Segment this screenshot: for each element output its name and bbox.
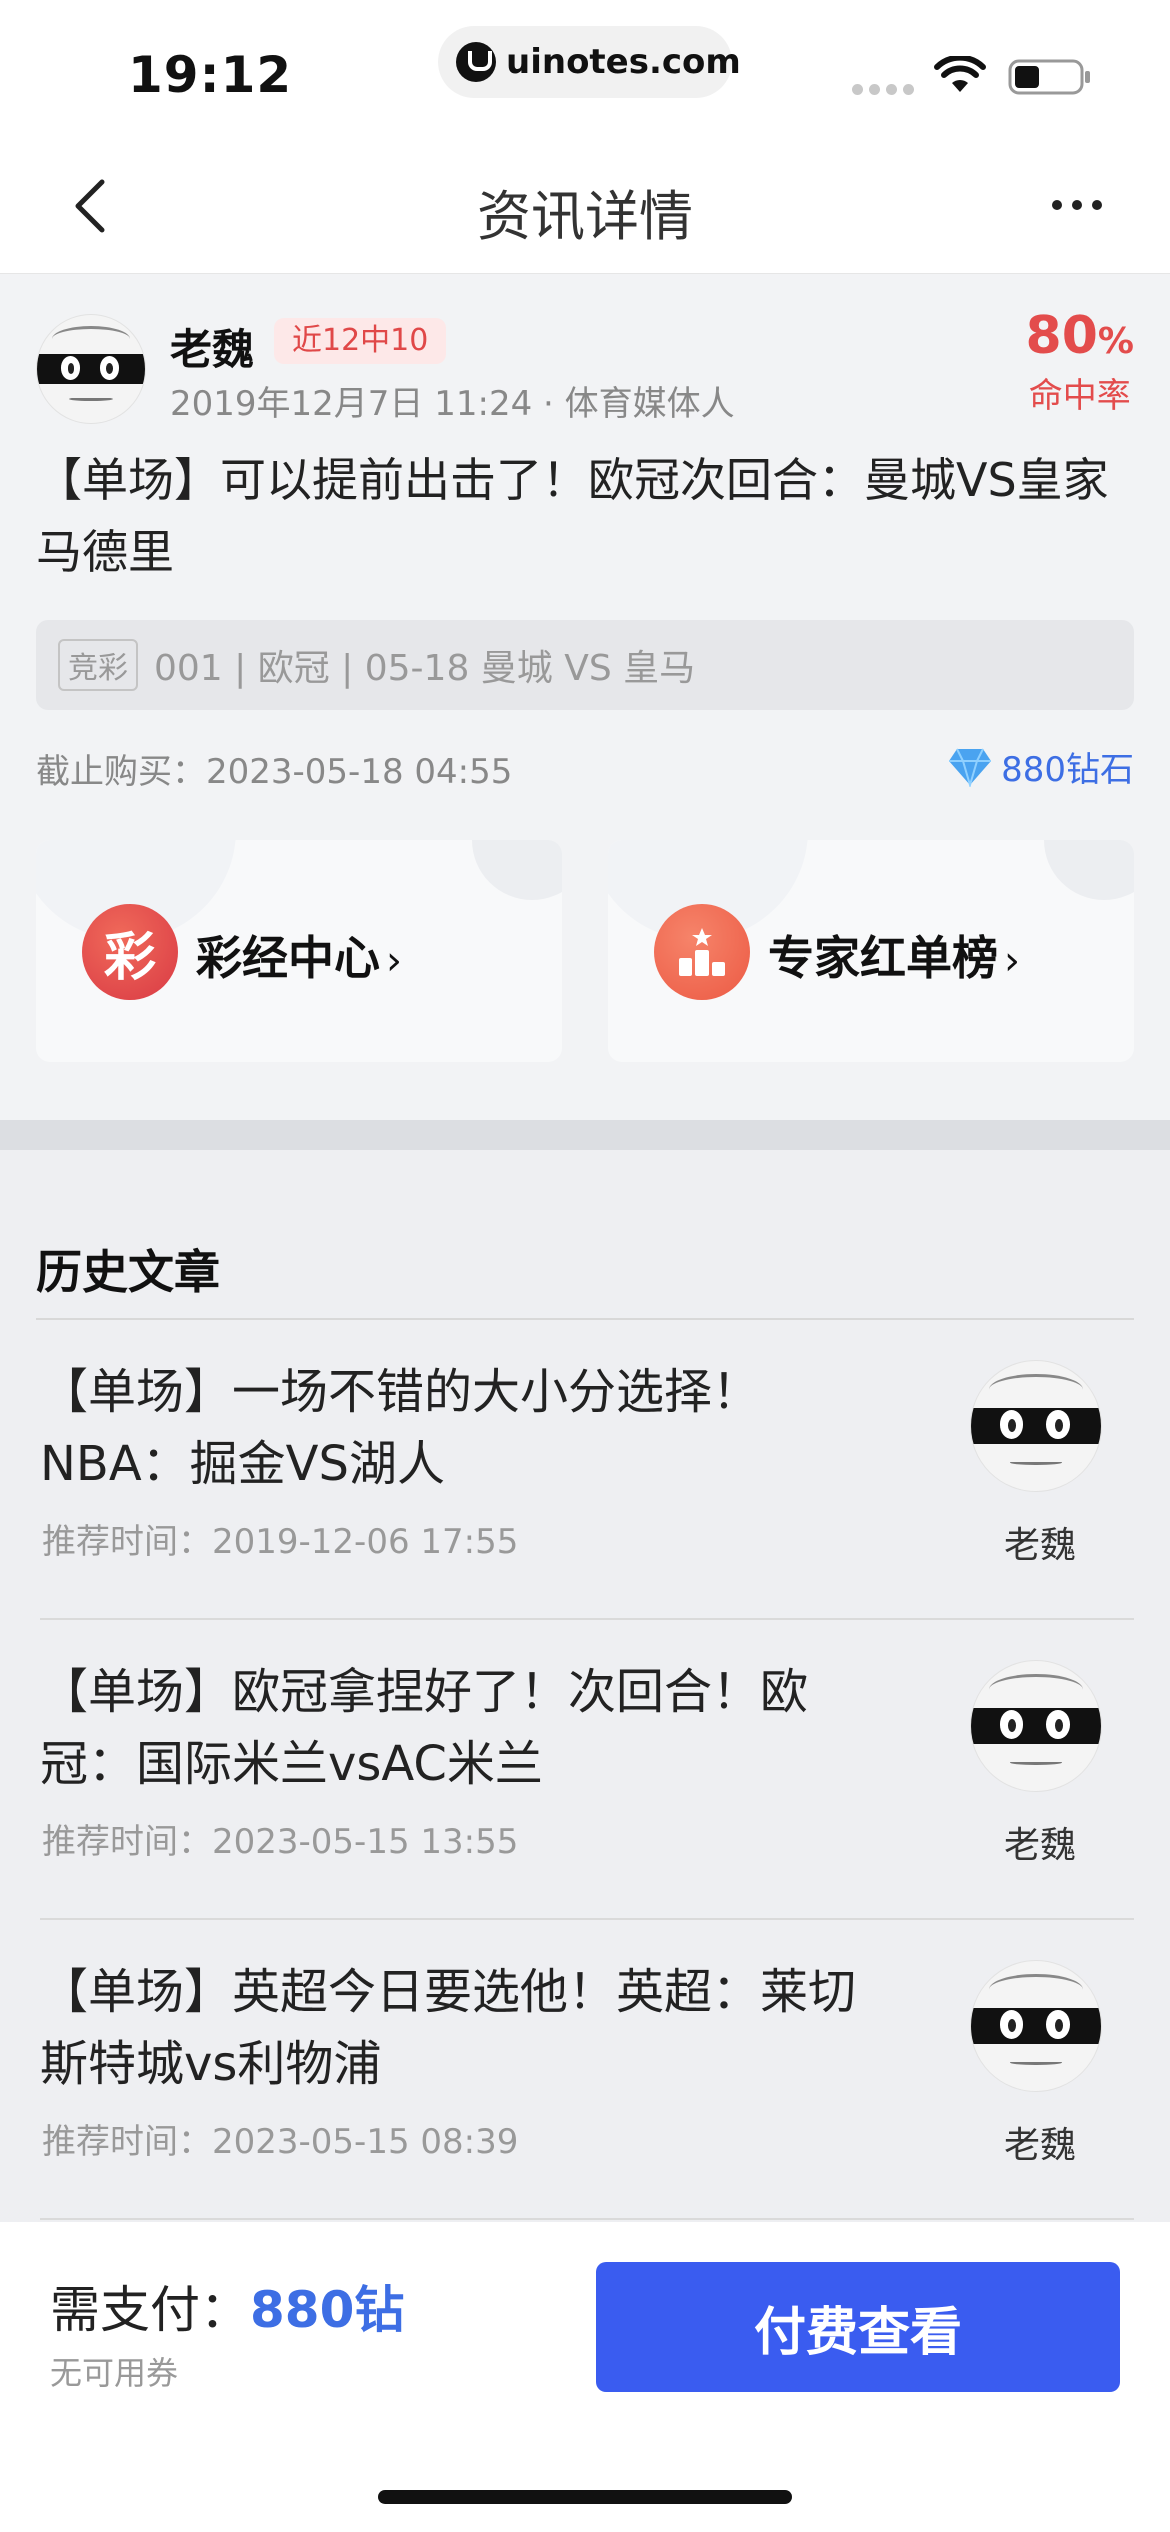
url-text: uinotes.com bbox=[506, 42, 741, 82]
history-item[interactable]: 【单场】英超今日要选他！英超：莱切斯特城vs利物浦 推荐时间：2023-05-1… bbox=[40, 1920, 1134, 2220]
nav-bar: 资讯详情 bbox=[0, 132, 1170, 274]
promo-label: 彩经中心 › bbox=[196, 931, 402, 985]
hit-rate-unit: % bbox=[1097, 321, 1134, 362]
hit-rate-value: 80 bbox=[1025, 306, 1098, 366]
wifi-icon bbox=[934, 56, 986, 92]
status-time: 19:12 bbox=[128, 46, 293, 104]
promo-expert-ranking[interactable]: 专家红单榜 › bbox=[608, 840, 1134, 1062]
history-item[interactable]: 【单场】一场不错的大小分选择！NBA：掘金VS湖人 推荐时间：2019-12-0… bbox=[40, 1320, 1134, 1620]
cellular-signal-icon bbox=[852, 84, 914, 95]
history-item-author: 老魏 bbox=[1004, 2125, 1077, 2166]
history-item-title: 【单场】欧冠拿捏好了！次回合！欧冠：国际米兰vsAC米兰 bbox=[40, 1664, 809, 1792]
match-info-row: 竞彩 001 | 欧冠 | 05-18 曼城 VS 皇马 bbox=[36, 620, 1134, 710]
history-item-time: 推荐时间：2019-12-06 17:55 bbox=[42, 1522, 519, 1562]
article-detail: 老魏 近12中10 2019年12月7日 11:24 · 体育媒体人 80% 命… bbox=[0, 274, 1170, 1120]
match-tag: 竞彩 bbox=[58, 639, 138, 691]
battery-icon bbox=[1008, 59, 1090, 95]
pay-summary: 需支付：880钻 bbox=[50, 2270, 404, 2342]
page-title: 资讯详情 bbox=[477, 185, 693, 248]
author-meta: 2019年12月7日 11:24 · 体育媒体人 bbox=[170, 384, 735, 424]
price-tag: 880钻石 bbox=[947, 742, 1134, 791]
coupon-status[interactable]: 无可用券 bbox=[50, 2348, 178, 2394]
diamond-icon bbox=[949, 748, 992, 787]
chevron-right-icon: › bbox=[386, 938, 402, 984]
article-title: 【单场】可以提前出击了！欧冠次回合：曼城VS皇家马德里 bbox=[36, 453, 1109, 579]
pay-to-view-button[interactable]: 付费查看 bbox=[596, 2262, 1120, 2392]
more-options-icon[interactable] bbox=[1052, 200, 1102, 210]
history-item-time: 推荐时间：2023-05-15 08:39 bbox=[42, 2122, 519, 2162]
history-item-title: 【单场】英超今日要选他！英超：莱切斯特城vs利物浦 bbox=[40, 1964, 857, 2092]
author-avatar bbox=[970, 1960, 1102, 2092]
chevron-right-icon: › bbox=[1004, 938, 1020, 984]
history-section: 历史文章 【单场】一场不错的大小分选择！NBA：掘金VS湖人 推荐时间：2019… bbox=[0, 1150, 1170, 2222]
history-title: 历史文章 bbox=[36, 1245, 220, 1299]
author-avatar[interactable] bbox=[36, 314, 146, 424]
author-avatar bbox=[970, 1660, 1102, 1792]
pay-amount: 880钻 bbox=[250, 2281, 405, 2339]
author-name[interactable]: 老魏 bbox=[170, 316, 254, 377]
site-logo-icon bbox=[456, 42, 496, 82]
history-item[interactable]: 【单场】欧冠拿捏好了！次回合！欧冠：国际米兰vsAC米兰 推荐时间：2023-0… bbox=[40, 1620, 1134, 1920]
pay-label: 需支付： bbox=[50, 2281, 250, 2339]
lottery-icon: 彩 bbox=[82, 904, 178, 1000]
promo-lottery-center[interactable]: 彩 彩经中心 › bbox=[36, 840, 562, 1062]
ranking-podium-icon bbox=[654, 904, 750, 1000]
hit-rate-label: 命中率 bbox=[1028, 376, 1131, 416]
url-pill[interactable]: uinotes.com bbox=[438, 26, 741, 98]
history-item-author: 老魏 bbox=[1004, 1525, 1077, 1566]
history-item-author: 老魏 bbox=[1004, 1825, 1077, 1866]
history-item-title: 【单场】一场不错的大小分选择！NBA：掘金VS湖人 bbox=[40, 1364, 761, 1492]
record-badge: 近12中10 bbox=[274, 318, 447, 364]
promo-label: 专家红单榜 › bbox=[768, 931, 1020, 985]
history-item-time: 推荐时间：2023-05-15 13:55 bbox=[42, 1822, 519, 1862]
section-divider bbox=[0, 1120, 1170, 1150]
payment-bar: 需支付：880钻 无可用券 付费查看 bbox=[0, 2222, 1170, 2532]
status-bar: 19:12 uinotes.com bbox=[0, 0, 1170, 132]
purchase-deadline: 截止购买：2023-05-18 04:55 bbox=[36, 752, 513, 792]
match-info: 001 | 欧冠 | 05-18 曼城 VS 皇马 bbox=[154, 648, 696, 689]
home-indicator bbox=[378, 2490, 792, 2504]
price-text: 880钻石 bbox=[1001, 750, 1134, 790]
hit-rate: 80% 命中率 bbox=[1026, 306, 1134, 417]
author-avatar bbox=[970, 1360, 1102, 1492]
